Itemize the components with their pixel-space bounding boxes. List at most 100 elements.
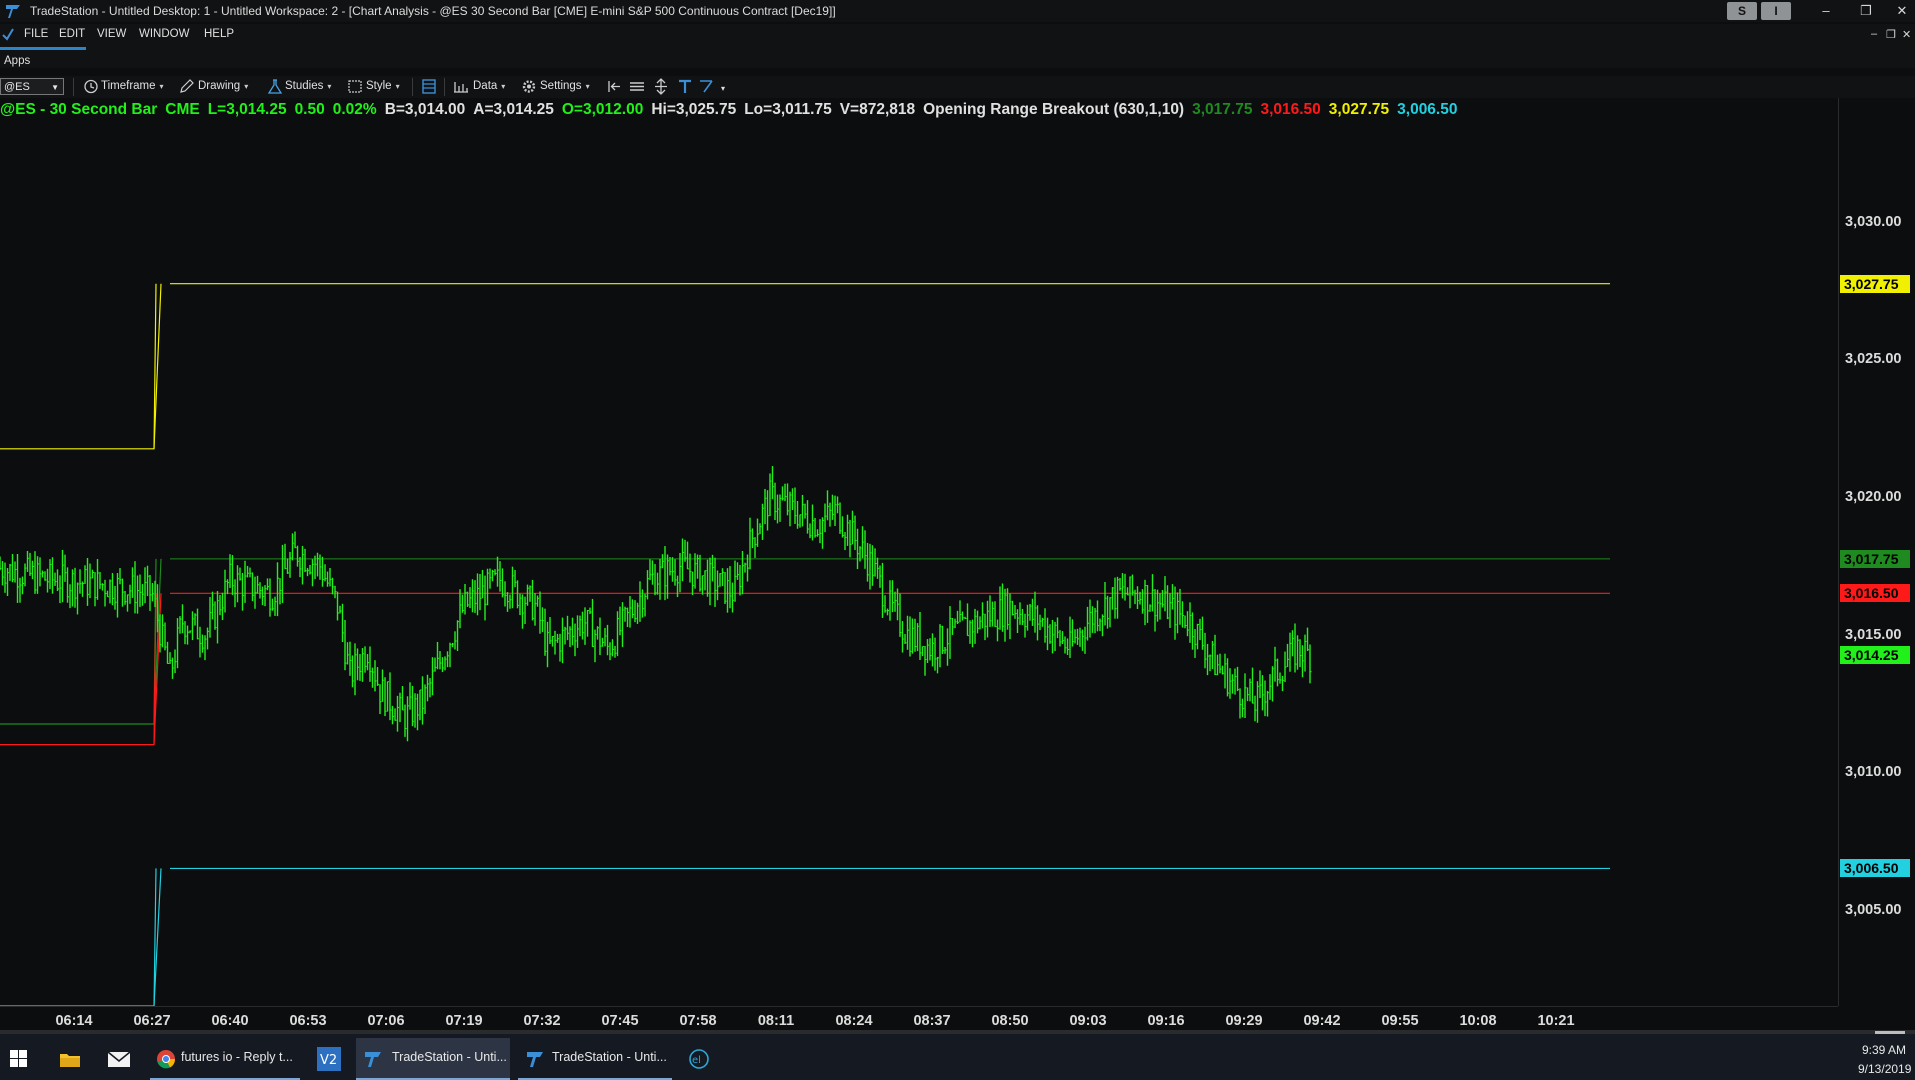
menu-edit[interactable]: EDIT [59, 28, 85, 40]
price-tag: 3,014.25 [1840, 646, 1910, 665]
taskbar-item-label: TradeStation - Unti... [552, 1050, 667, 1064]
clock-icon [84, 79, 98, 94]
svg-text:V2: V2 [320, 1053, 337, 1068]
apps-tab[interactable]: Apps [4, 55, 30, 67]
vertical-scale-icon[interactable] [652, 78, 670, 95]
title-bar: TradeStation - Untitled Desktop: 1 - Unt… [0, 0, 1915, 22]
time-axis-label: 06:14 [55, 1013, 93, 1029]
studies-menu[interactable]: Studies ▾ [285, 80, 331, 92]
time-axis-label: 09:03 [1069, 1013, 1107, 1029]
taskbar-item-vs[interactable]: V2 [314, 1038, 344, 1080]
time-axis-label: 09:55 [1381, 1013, 1419, 1029]
taskbar-clock-time[interactable]: 9:39 AM [1862, 1043, 1906, 1057]
level-preopen-line [0, 283, 162, 450]
indicator-badge-i[interactable]: I [1761, 2, 1791, 20]
time-axis-label: 06:53 [289, 1013, 327, 1029]
tradestation-icon [365, 1052, 381, 1067]
study-value-2: 3,016.50 [1260, 101, 1321, 118]
time-axis-label: 07:19 [445, 1013, 483, 1029]
toolbar-separator [412, 78, 413, 96]
inner-close-button[interactable]: ✕ [1902, 28, 1911, 41]
price-axis-divider [1838, 98, 1839, 1006]
inner-minimize-button[interactable]: – [1871, 28, 1877, 40]
time-axis-label: 06:40 [211, 1013, 249, 1029]
text-tool-icon[interactable] [676, 78, 694, 95]
time-axis-label: 07:06 [367, 1013, 405, 1029]
study-value-4: 3,006.50 [1397, 101, 1458, 118]
status-exchange: CME [165, 101, 200, 118]
status-high: Hi=3,025.75 [651, 101, 737, 118]
status-open: O=3,012.00 [561, 101, 644, 118]
chart-status-line: @ES - 30 Second Bar CME L=3,014.25 0.50 0.02… [0, 101, 1465, 119]
status-last: L=3,014.25 [207, 101, 287, 118]
taskbar-item-tradestation-2[interactable]: TradeStation - Unti... [518, 1038, 672, 1080]
menu-view[interactable]: VIEW [97, 28, 126, 40]
time-axis-label: 07:58 [679, 1013, 717, 1029]
menu-help[interactable]: HELP [204, 28, 234, 40]
study-value-1: 3,017.75 [1192, 101, 1253, 118]
price-axis-label: 3,005.00 [1845, 901, 1902, 918]
study-name: Opening Range Breakout (630,1,10) [923, 101, 1185, 118]
chevron-down-icon[interactable]: ▾ [721, 84, 725, 93]
chrome-icon [157, 1050, 176, 1069]
status-bid: B=3,014.00 [384, 101, 466, 118]
apps-bar [0, 46, 1915, 68]
time-axis-label: 06:27 [133, 1013, 171, 1029]
trendline-tool-icon[interactable] [698, 78, 716, 95]
toolbar-separator [444, 78, 445, 96]
price-chart[interactable] [0, 98, 1838, 1006]
style-menu[interactable]: Style ▾ [366, 80, 400, 92]
studies-flask-icon [267, 79, 283, 94]
apps-tab-indicator [0, 47, 86, 50]
minimize-button[interactable]: – [1812, 2, 1840, 20]
time-axis-label: 07:32 [523, 1013, 561, 1029]
timeframe-menu[interactable]: Timeframe ▾ [101, 80, 164, 92]
time-axis-label: 09:29 [1225, 1013, 1263, 1029]
price-tag: 3,006.50 [1840, 859, 1910, 878]
inner-restore-button[interactable]: ❐ [1886, 28, 1896, 41]
tradestation-icon [527, 1052, 543, 1067]
tradestation-logo-icon [6, 5, 20, 18]
window-title: TradeStation - Untitled Desktop: 1 - Unt… [30, 4, 836, 18]
price-tag: 3,016.50 [1840, 584, 1910, 603]
svg-text:el: el [692, 1055, 701, 1066]
menu-bar: FILE EDIT VIEW WINDOW HELP – ❐ ✕ [0, 24, 1915, 46]
level-preopen-line [0, 593, 162, 746]
price-axis-label: 3,015.00 [1845, 626, 1902, 643]
bar-spacing-icon[interactable] [628, 78, 646, 95]
data-menu[interactable]: Data ▾ [473, 80, 505, 92]
strategy-badge-s[interactable]: S [1727, 2, 1757, 20]
taskbar-item-label: futures io - Reply t... [181, 1050, 293, 1064]
time-axis-label: 10:08 [1459, 1013, 1497, 1029]
price-tag: 3,017.75 [1840, 549, 1910, 568]
taskbar-item-tradestation-1[interactable]: TradeStation - Unti... [356, 1038, 510, 1080]
close-button[interactable]: ✕ [1888, 2, 1915, 20]
menu-file[interactable]: FILE [24, 28, 48, 40]
quick-access-icon[interactable] [2, 27, 14, 41]
chart-area[interactable] [0, 98, 1915, 1006]
time-axis-label: 10:21 [1537, 1013, 1575, 1029]
symbol-input[interactable]: @ES ▼ [0, 78, 64, 95]
taskbar-item-el[interactable]: el [684, 1038, 714, 1080]
taskbar-item-chrome[interactable]: futures io - Reply t... [150, 1038, 300, 1080]
mail-icon[interactable] [107, 1051, 131, 1068]
settings-menu[interactable]: Settings ▾ [540, 80, 590, 92]
menu-window[interactable]: WINDOW [139, 28, 189, 40]
status-low: Lo=3,011.75 [744, 101, 832, 118]
status-change: 0.50 [294, 101, 325, 118]
file-explorer-icon[interactable] [59, 1050, 81, 1068]
windows-start-icon[interactable] [10, 1050, 28, 1068]
taskbar-item-label: TradeStation - Unti... [392, 1050, 507, 1064]
workspace-layout-icon[interactable] [420, 78, 438, 95]
price-tag: 3,027.75 [1840, 274, 1910, 293]
settings-gear-icon [522, 80, 536, 93]
restore-button[interactable]: ❐ [1852, 2, 1880, 20]
scroll-to-start-icon[interactable] [606, 78, 624, 95]
chevron-down-icon: ▼ [51, 83, 59, 92]
study-value-3: 3,027.75 [1328, 101, 1390, 118]
drawing-menu[interactable]: Drawing ▾ [198, 80, 248, 92]
taskbar-clock-date[interactable]: 9/13/2019 [1858, 1062, 1911, 1076]
status-volume: V=872,818 [839, 101, 916, 118]
price-axis-label: 3,020.00 [1845, 488, 1902, 505]
price-axis-label: 3,025.00 [1845, 351, 1902, 368]
